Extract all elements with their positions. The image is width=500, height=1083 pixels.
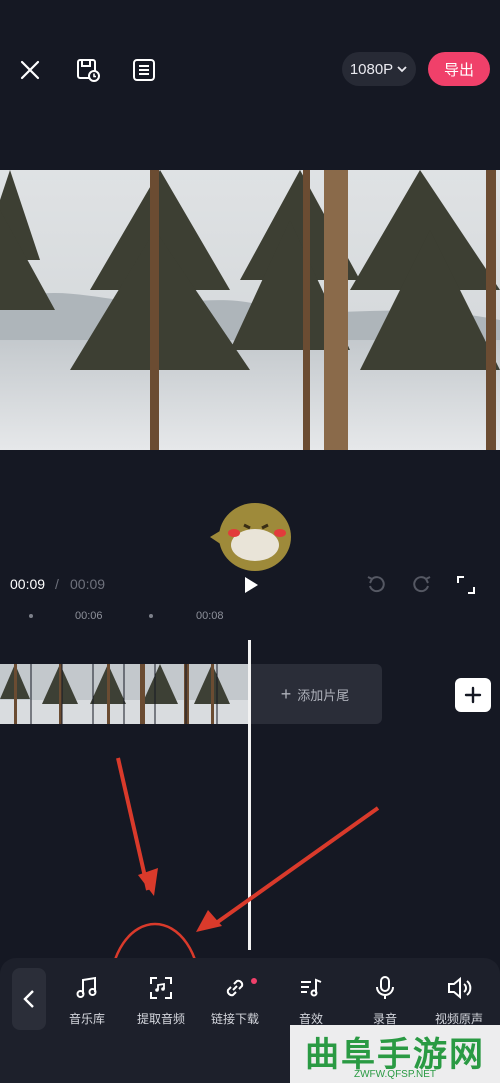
- list-icon[interactable]: [124, 50, 164, 90]
- extract-audio-icon: [150, 977, 172, 999]
- chevron-down-icon: [397, 66, 407, 73]
- undo-icon[interactable]: [356, 565, 396, 605]
- site-watermark: 曲阜手游网 ZWFW.QFSP.NET: [290, 1025, 500, 1083]
- export-button[interactable]: 导出: [428, 52, 490, 86]
- sound-effect-icon: [301, 978, 322, 997]
- toolbar-item-label: 音乐库: [68, 1012, 105, 1026]
- video-clip-track[interactable]: [0, 664, 248, 724]
- chevron-left-icon: [23, 990, 34, 1008]
- watermark-url: ZWFW.QFSP.NET: [353, 1069, 437, 1080]
- ruler-dot: [149, 614, 153, 618]
- back-button[interactable]: [12, 968, 46, 1030]
- playback-controls: 00:09 / 00:09: [0, 570, 500, 600]
- microphone-icon: [376, 976, 394, 999]
- time-separator: /: [55, 576, 59, 592]
- redo-icon[interactable]: [402, 565, 442, 605]
- resolution-label: 1080P: [349, 60, 394, 78]
- new-badge-dot: [251, 978, 257, 984]
- speaker-icon: [448, 976, 472, 1000]
- toolbar-item-extract-audio[interactable]: 提取音频: [126, 974, 196, 1034]
- ruler-tick-label: 00:08: [196, 610, 224, 622]
- add-clip-button[interactable]: [455, 678, 491, 712]
- add-ending-label: 添加片尾: [297, 687, 350, 703]
- resolution-dropdown[interactable]: 1080P: [342, 52, 416, 86]
- top-bar: 1080P 导出: [0, 0, 500, 140]
- fullscreen-icon[interactable]: [446, 565, 486, 605]
- close-icon[interactable]: [10, 50, 50, 90]
- current-time: 00:09: [10, 576, 46, 592]
- video-frame-image: [0, 170, 500, 450]
- toolbar-item-label: 链接下载: [210, 1012, 259, 1026]
- ruler-dot: [29, 614, 33, 618]
- toolbar-item-link-download[interactable]: 链接下载: [200, 974, 270, 1034]
- music-note-icon: [76, 976, 97, 998]
- add-ending-button[interactable]: + 添加片尾: [248, 664, 382, 724]
- timeline-ruler: 00:06 00:08: [0, 606, 500, 632]
- ruler-tick-label: 00:06: [75, 610, 103, 622]
- plus-icon: [464, 686, 482, 704]
- video-preview[interactable]: [0, 170, 500, 450]
- plus-icon: +: [280, 683, 292, 704]
- link-icon: [226, 979, 244, 997]
- total-time: 00:09: [70, 576, 106, 592]
- toolbar-item-label: 提取音频: [136, 1012, 185, 1026]
- toolbar-item-music-library[interactable]: 音乐库: [52, 974, 122, 1034]
- clip-thumbnails: [0, 664, 248, 724]
- play-icon[interactable]: [230, 565, 270, 605]
- save-draft-icon[interactable]: [68, 50, 108, 90]
